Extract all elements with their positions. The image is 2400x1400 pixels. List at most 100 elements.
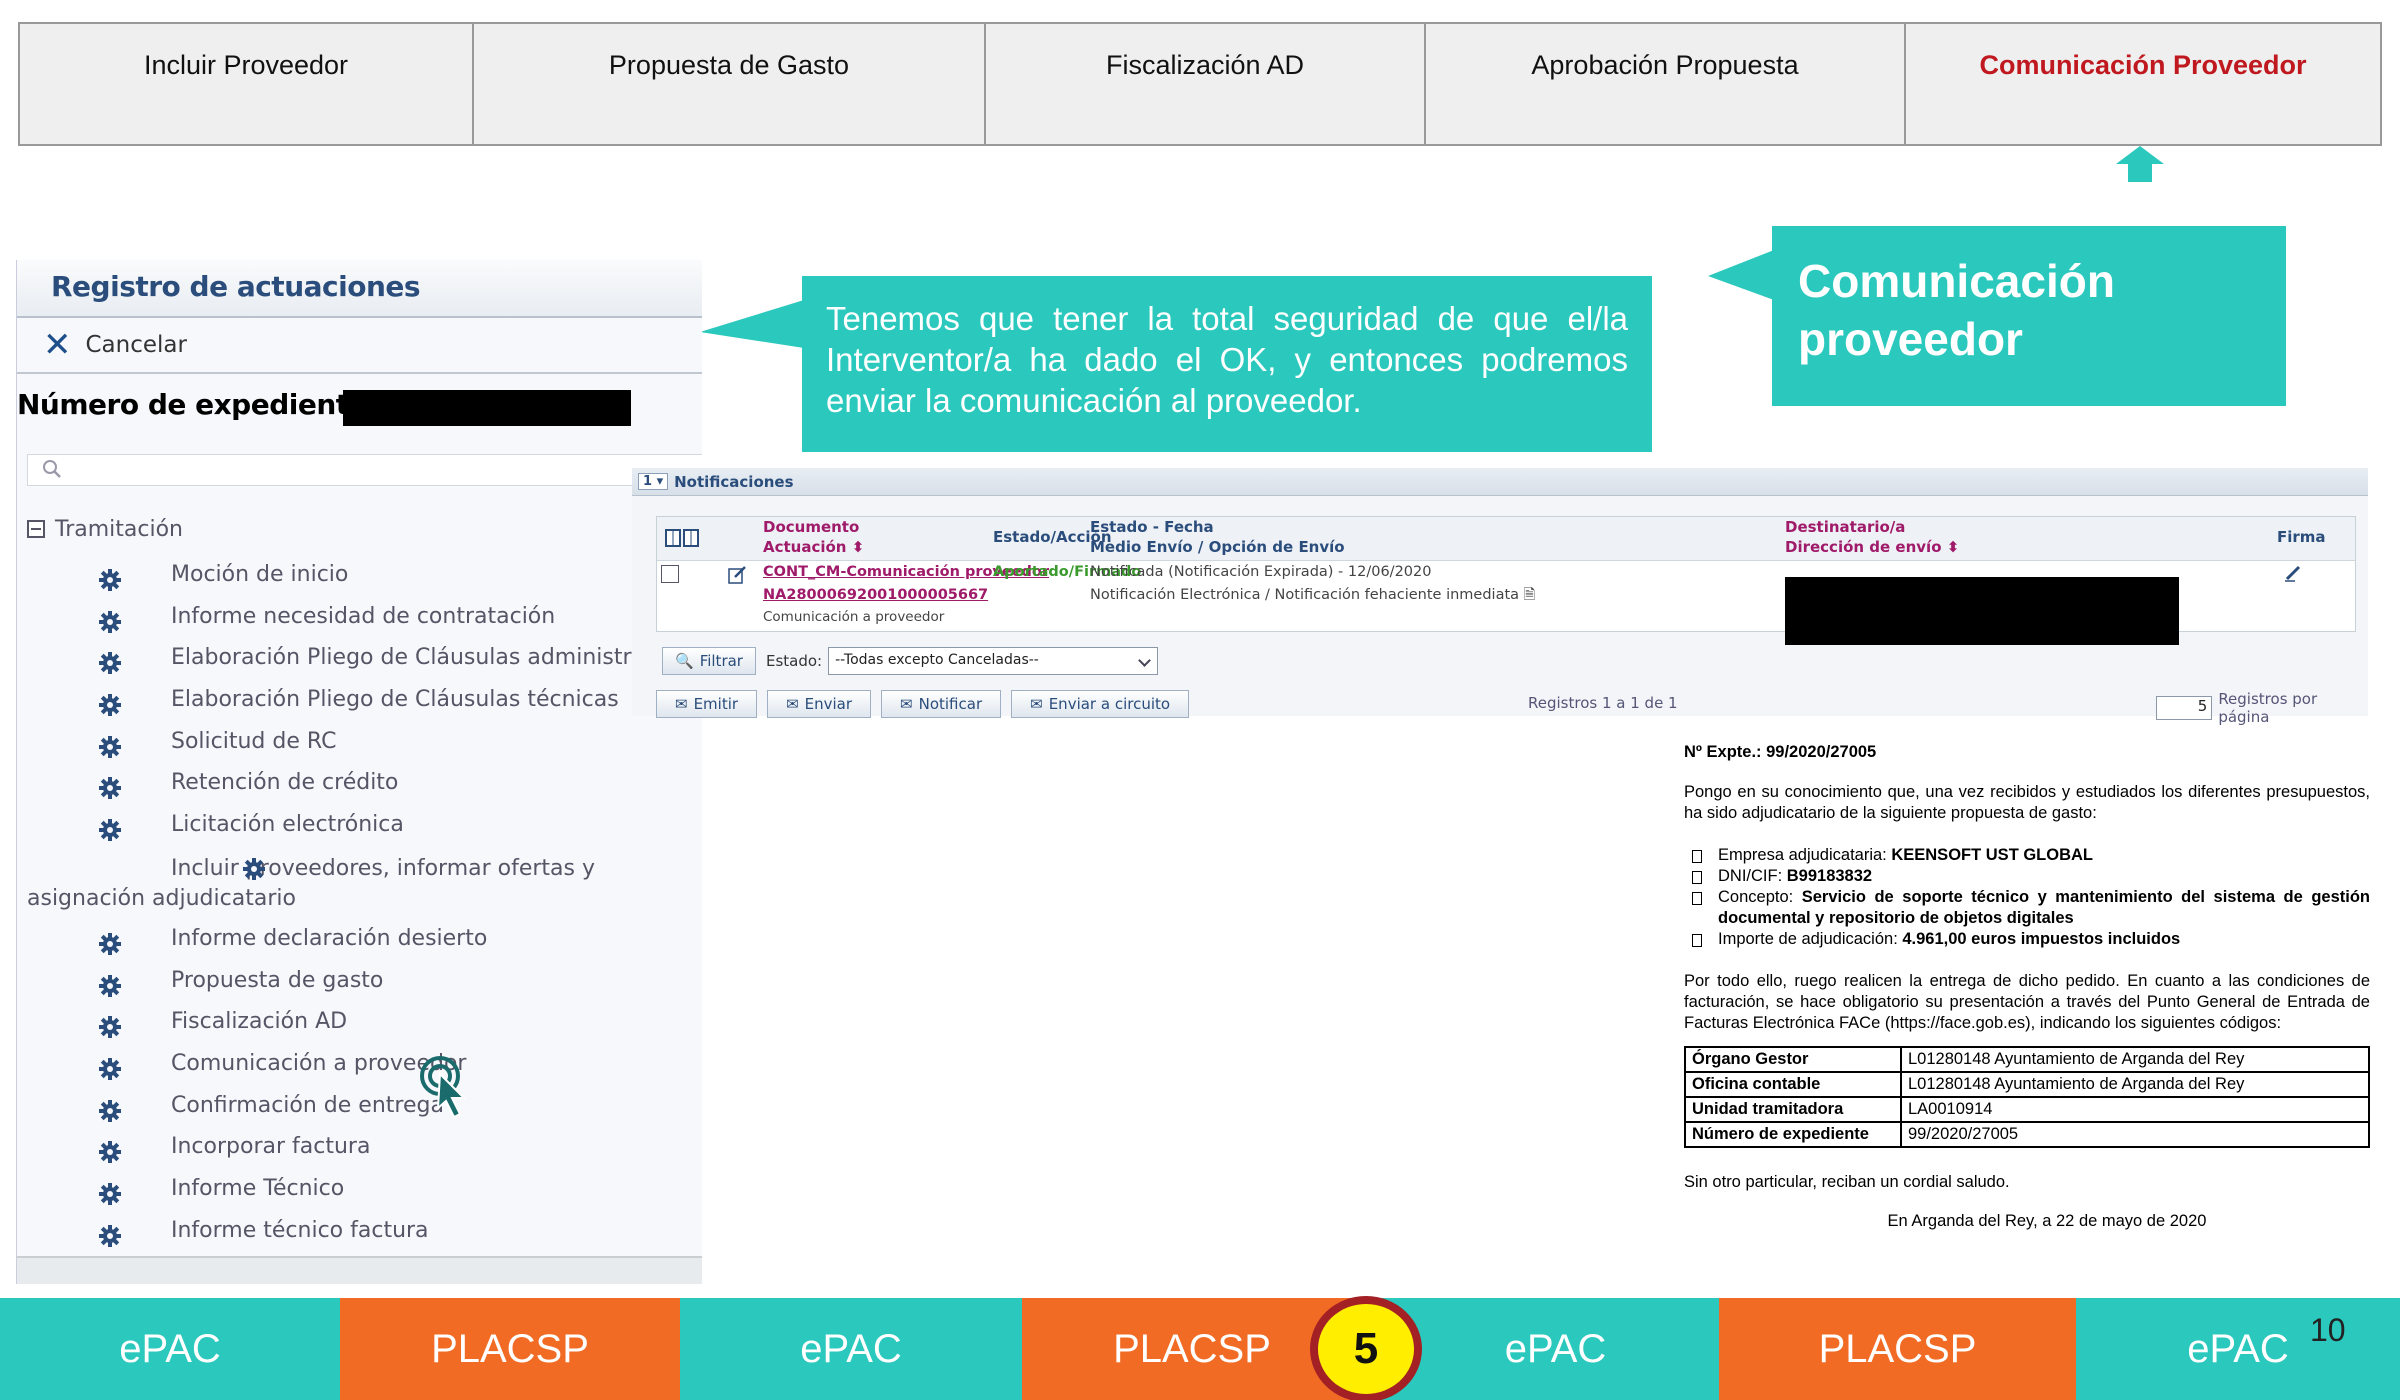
row-medio: Notificación Electrónica / Notificación … — [1090, 587, 1536, 603]
tree-root-tramitacion[interactable]: Tramitación — [27, 514, 702, 544]
tree-item[interactable]: Propuesta de gasto — [27, 960, 702, 1002]
page-number: 10 — [2310, 1312, 2346, 1348]
tree-item[interactable]: Incluir proveedores, informar ofertas y … — [27, 846, 702, 918]
sign-pen-icon[interactable] — [2283, 563, 2303, 583]
gear-icon — [99, 928, 121, 955]
letter-signature: En Arganda del Rey, a 22 de mayo de 2020 — [1887, 1212, 2207, 1230]
row-checkbox[interactable] — [661, 565, 679, 583]
gear-icon — [99, 1178, 121, 1205]
letter-document: Nº Expte.: 99/2020/27005 Pongo en su con… — [1684, 742, 2370, 1253]
list-item: Concepto: Servicio de soporte técnico y … — [1684, 887, 2370, 929]
expediente-label: Número de expediente : — [17, 388, 388, 421]
enviar-button[interactable]: ✉ Enviar — [767, 690, 872, 718]
document-icon[interactable]: 🗎 — [1524, 587, 1536, 603]
footer-segment: ePAC — [680, 1298, 1022, 1400]
table-row: Oficina contable L01280148 Ayuntamiento d… — [1684, 1071, 2370, 1098]
notifications-table: Documento Actuación ⬍ Estado/Acción Estad… — [656, 516, 2356, 645]
filter-button[interactable]: 🔍 Filtrar — [662, 647, 756, 675]
col-documento[interactable]: Documento Actuación ⬍ — [763, 517, 864, 559]
search-input[interactable] — [27, 454, 702, 486]
notifications-panel: 1 ▾ Notificaciones Documento Actuación ⬍ … — [632, 468, 2368, 726]
tab-incluir-proveedor[interactable]: Incluir Proveedor — [20, 24, 474, 144]
footer-segment: ePAC — [2076, 1298, 2400, 1400]
tab-propuesta-gasto[interactable]: Propuesta de Gasto — [474, 24, 986, 144]
sort-icon[interactable]: ⬍ — [852, 538, 865, 556]
mail-icon: ✉ — [1030, 695, 1043, 713]
info-callout: Tenemos que tener la total seguridad de … — [802, 276, 1652, 452]
gear-icon — [99, 814, 121, 842]
slide: Incluir Proveedor Propuesta de Gasto Fis… — [0, 0, 2400, 1400]
records-count: Registros 1 a 1 de 1 — [1528, 694, 1678, 712]
row-estado-fecha: Notificada (Notificación Expirada) - 12/… — [1090, 564, 1432, 580]
notificar-button[interactable]: ✉ Notificar — [881, 690, 1002, 718]
tree-item[interactable]: Confirmación de entrega — [27, 1085, 702, 1127]
panel-title: Registro de actuaciones — [17, 260, 702, 318]
tree-item[interactable]: Comunicación a proveedor — [27, 1043, 702, 1085]
callout-tail — [700, 300, 804, 348]
tree-item[interactable]: Fiscalización AD — [27, 1001, 702, 1043]
tree-item[interactable]: Informe Técnico — [27, 1168, 702, 1210]
tab-aprobacion-propuesta[interactable]: Aprobación Propuesta — [1426, 24, 1906, 144]
per-page-input[interactable]: 5 — [2156, 696, 2213, 720]
emitir-button[interactable]: ✉ Emitir — [656, 690, 758, 718]
col-estado-fecha[interactable]: Estado - Fecha Medio Envío / Opción de En… — [1090, 517, 1345, 559]
document-id-link[interactable]: NA28000692001000005667 — [763, 584, 1049, 607]
search-icon — [43, 460, 61, 478]
footer-segment: ePAC — [0, 1298, 340, 1400]
gear-icon — [99, 689, 121, 717]
gear-icon — [99, 1053, 121, 1080]
tree-item[interactable]: Retención de crédito — [27, 762, 702, 804]
tree-item[interactable]: Incorporar factura — [27, 1126, 702, 1168]
tree: Tramitación Moción de inicio Informe nece… — [27, 514, 702, 1251]
estado-select[interactable]: --Todas excepto Canceladas-- — [828, 647, 1159, 675]
destinatario-redacted — [1785, 577, 2179, 645]
tree-item[interactable]: Informe declaración desierto — [27, 918, 702, 960]
gear-icon — [99, 857, 265, 880]
gear-icon — [99, 1136, 121, 1164]
list-item: DNI/CIF: B99183832 — [1684, 866, 2370, 887]
tree-item[interactable]: Informe técnico factura — [27, 1210, 702, 1252]
footer-segment: PLACSP — [340, 1298, 680, 1400]
tree-item[interactable]: Solicitud de RC — [27, 721, 702, 763]
footer-bar: ePAC PLACSP ePAC PLACSP ePAC PLACSP ePAC — [0, 1298, 2400, 1400]
mail-icon: ✉ — [675, 695, 688, 713]
page-select[interactable]: 1 ▾ — [638, 473, 669, 490]
gear-icon — [99, 564, 121, 591]
hand-cursor-icon — [420, 1056, 467, 1119]
table-row: Unidad tramitadora LA0010914 — [1684, 1096, 2370, 1123]
list-item: Importe de adjudicación: 4.961,00 euros … — [1684, 929, 2370, 950]
title-callout: Comunicación proveedor — [1772, 226, 2286, 406]
gear-icon — [99, 606, 121, 633]
tree-item[interactable]: Licitación electrónica — [27, 804, 702, 846]
close-icon: ✕ — [43, 325, 72, 365]
expediente-number: Nº Expte.: 99/2020/27005 — [1684, 743, 1877, 761]
up-arrow-icon — [2116, 146, 2164, 182]
codes-table: Órgano Gestor L01280148 Ayuntamiento de A… — [1684, 1046, 2370, 1148]
expediente-redacted — [343, 390, 631, 426]
tab-fiscalizacion-ad[interactable]: Fiscalización AD — [986, 24, 1426, 144]
enviar-circuito-button[interactable]: ✉ Enviar a circuito — [1011, 690, 1190, 718]
gear-icon — [99, 1095, 121, 1122]
cancel-button[interactable]: ✕ Cancelar — [17, 318, 702, 374]
footer-segment: PLACSP — [1719, 1298, 2076, 1400]
edit-icon[interactable] — [727, 565, 747, 585]
tab-comunicacion-proveedor[interactable]: Comunicación Proveedor — [1906, 24, 2380, 144]
tree-item[interactable]: Elaboración Pliego de Cláusulas administ… — [27, 637, 702, 679]
process-tabs: Incluir Proveedor Propuesta de Gasto Fis… — [18, 22, 2382, 146]
gear-icon — [99, 970, 121, 997]
sort-icon[interactable]: ⬍ — [1947, 538, 1960, 556]
search-icon: 🔍 — [675, 652, 694, 670]
gear-icon — [99, 647, 121, 675]
filter-bar: 🔍 Filtrar Estado: --Todas excepto Cancela… — [662, 646, 1159, 676]
table-row: Número de expediente 99/2020/27005 — [1684, 1121, 2370, 1148]
title-callout-tail — [1708, 250, 1774, 300]
gear-icon — [99, 1220, 121, 1247]
tree-item[interactable]: Moción de inicio — [27, 554, 702, 596]
tree-item[interactable]: Informe necesidad de contratación — [27, 596, 702, 638]
collapse-icon[interactable] — [27, 520, 45, 538]
letter-intro: Pongo en su conocimiento que, una vez re… — [1684, 783, 2370, 822]
list-item: Empresa adjudicataria: KEENSOFT UST GLOB… — [1684, 845, 2370, 866]
col-destinatario[interactable]: Destinatario/a Dirección de envío ⬍ — [1785, 517, 1959, 559]
horizontal-scrollbar[interactable] — [17, 1256, 702, 1284]
tree-item[interactable]: Elaboración Pliego de Cláusulas técnicas — [27, 679, 702, 721]
